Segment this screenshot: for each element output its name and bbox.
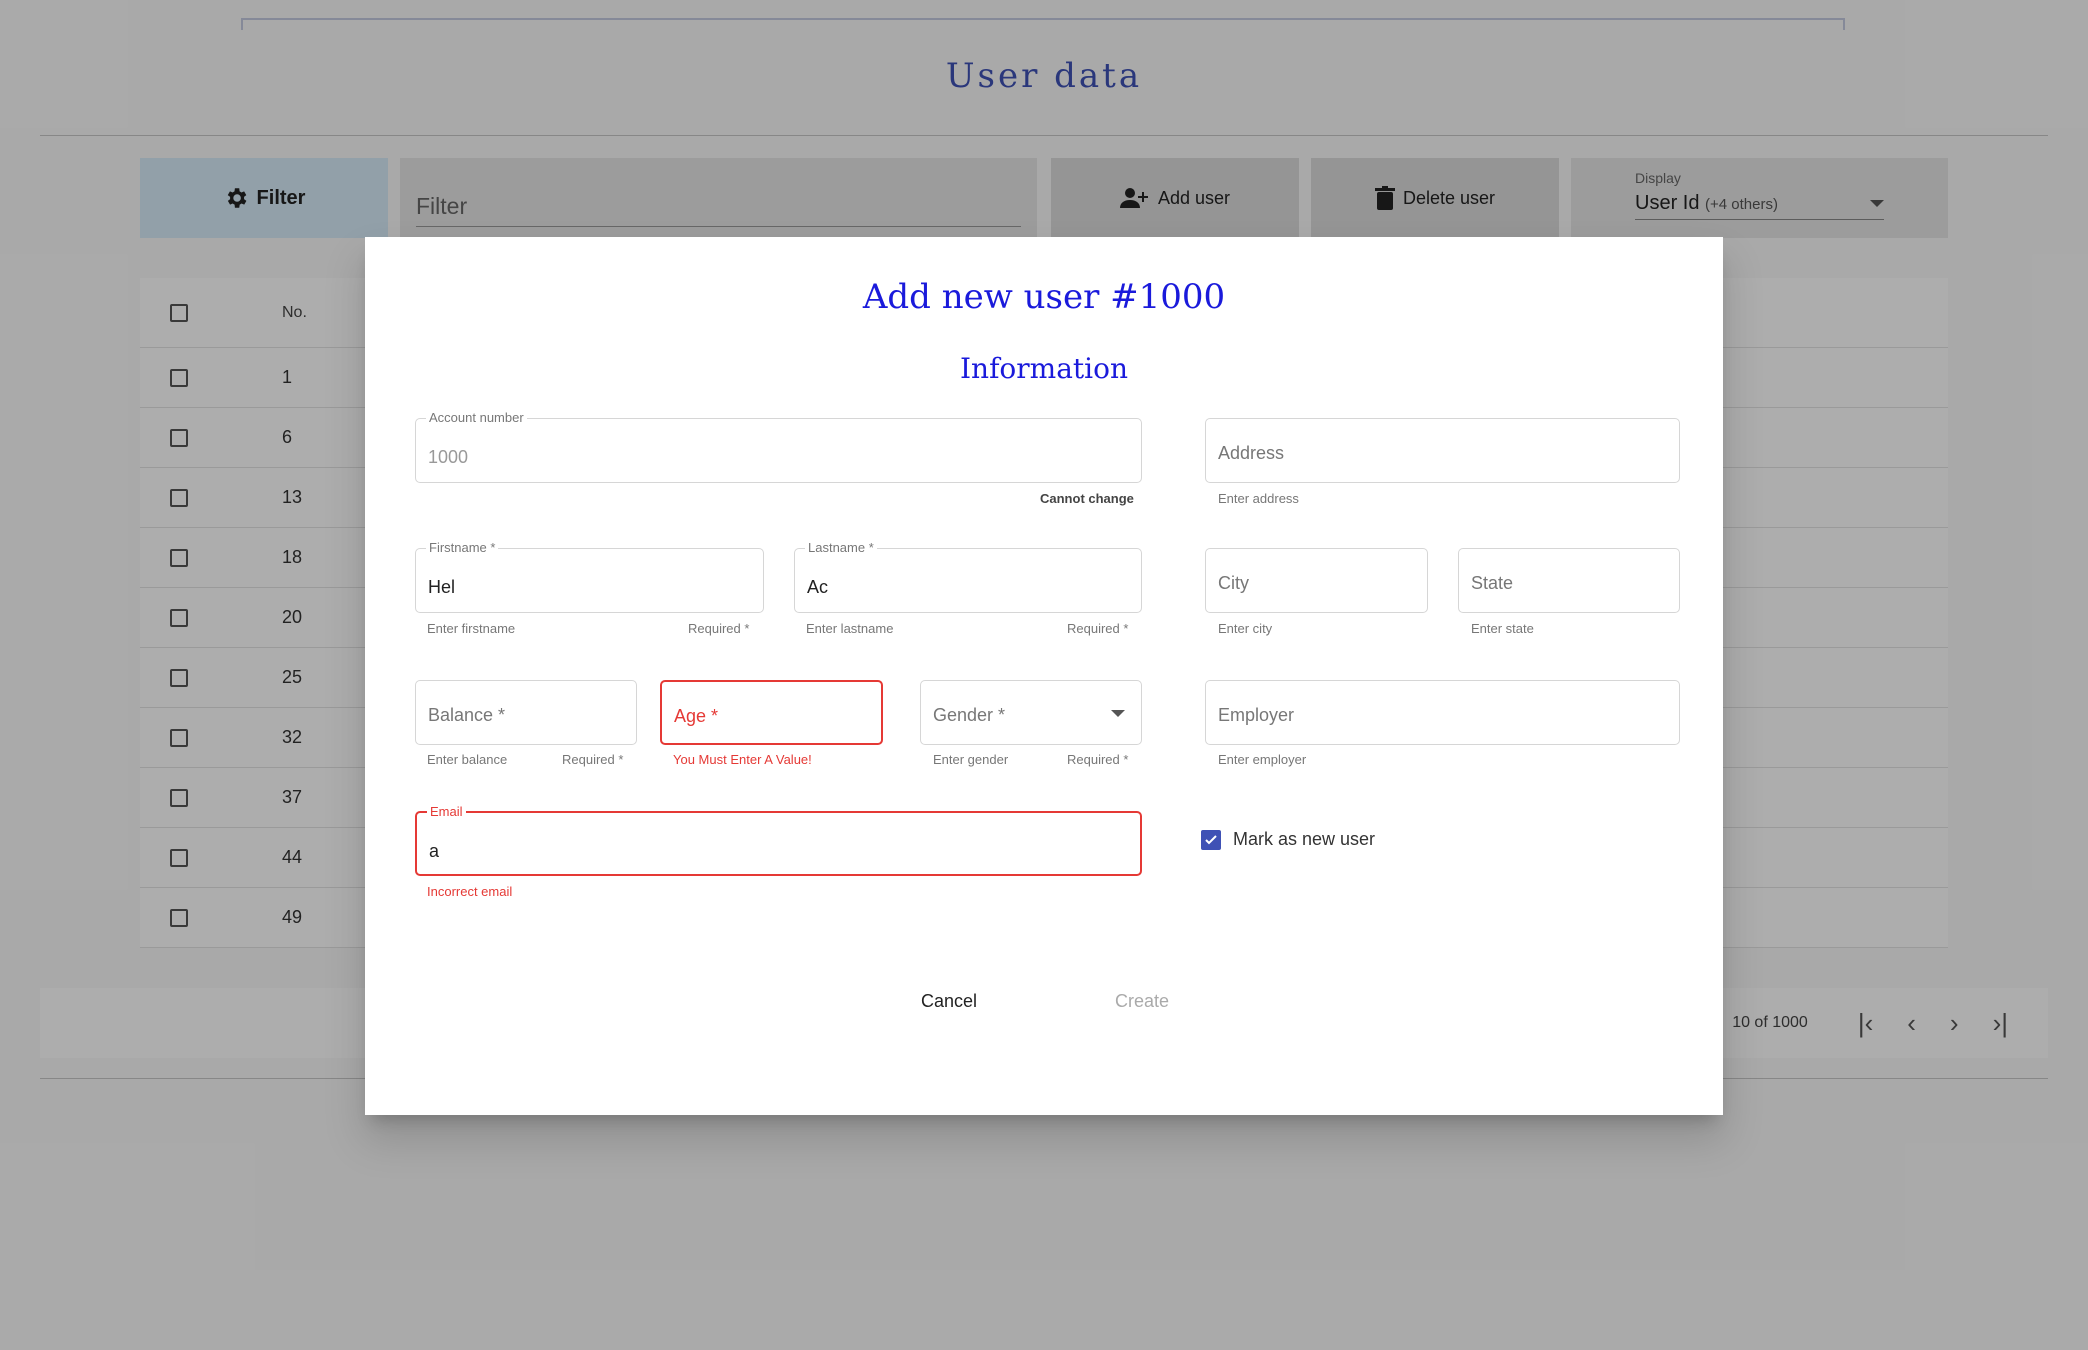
gender-required: Required * — [1067, 752, 1129, 767]
state-field[interactable]: State — [1458, 548, 1680, 613]
balance-hint: Enter balance — [427, 752, 508, 767]
email-value: a — [429, 841, 440, 861]
employer-hint: Enter employer — [1218, 752, 1307, 767]
city-hint: Enter city — [1218, 621, 1273, 636]
firstname-field[interactable]: Firstname * Hel — [415, 540, 764, 613]
lastname-required: Required * — [1067, 621, 1129, 636]
lastname-label: Lastname * — [805, 540, 877, 555]
dialog-title: Add new user #1000 — [862, 277, 1226, 317]
add-user-dialog: Add new user #1000 Information Account n… — [365, 237, 1723, 1115]
section-title: Information — [959, 352, 1129, 385]
address-field[interactable]: Address — [1205, 418, 1680, 483]
gender-select[interactable]: Gender * — [920, 680, 1142, 745]
lastname-value: Ac — [807, 577, 829, 597]
state-placeholder: State — [1471, 573, 1514, 593]
address-hint: Enter address — [1218, 491, 1299, 506]
gender-hint: Enter gender — [933, 752, 1009, 767]
employer-field[interactable]: Employer — [1205, 680, 1680, 745]
lastname-field[interactable]: Lastname * Ac — [794, 540, 1142, 613]
age-error: You Must Enter A Value! — [673, 752, 812, 767]
account-number-label: Account number — [426, 410, 527, 425]
email-field[interactable]: Email a — [415, 804, 1142, 876]
firstname-required: Required * — [688, 621, 750, 636]
new-user-checkbox[interactable]: Mark as new user — [1201, 829, 1375, 850]
employer-placeholder: Employer — [1218, 705, 1295, 725]
email-error: Incorrect email — [427, 884, 513, 899]
balance-placeholder: Balance * — [428, 705, 506, 725]
account-number-hint: Cannot change — [1040, 491, 1134, 506]
age-placeholder: Age * — [674, 706, 719, 726]
firstname-value: Hel — [428, 577, 456, 597]
firstname-hint: Enter firstname — [427, 621, 516, 636]
address-placeholder: Address — [1218, 443, 1285, 463]
balance-required: Required * — [562, 752, 624, 767]
state-hint: Enter state — [1471, 621, 1534, 636]
create-button[interactable]: Create — [1115, 991, 1169, 1012]
account-number-field: Account number 1000 — [415, 410, 1142, 483]
firstname-label: Firstname * — [426, 540, 499, 555]
chevron-down-icon — [1111, 710, 1125, 717]
gender-placeholder: Gender * — [933, 705, 1006, 725]
city-field[interactable]: City — [1205, 548, 1428, 613]
age-field[interactable]: Age * — [660, 680, 883, 745]
checkbox-checked-icon[interactable] — [1201, 829, 1221, 850]
cancel-button[interactable]: Cancel — [921, 991, 977, 1012]
account-number-value: 1000 — [428, 447, 469, 467]
email-label: Email — [427, 804, 466, 819]
city-placeholder: City — [1218, 573, 1249, 593]
lastname-hint: Enter lastname — [806, 621, 894, 636]
balance-field[interactable]: Balance * — [415, 680, 637, 745]
new-user-label: Mark as new user — [1233, 829, 1376, 849]
